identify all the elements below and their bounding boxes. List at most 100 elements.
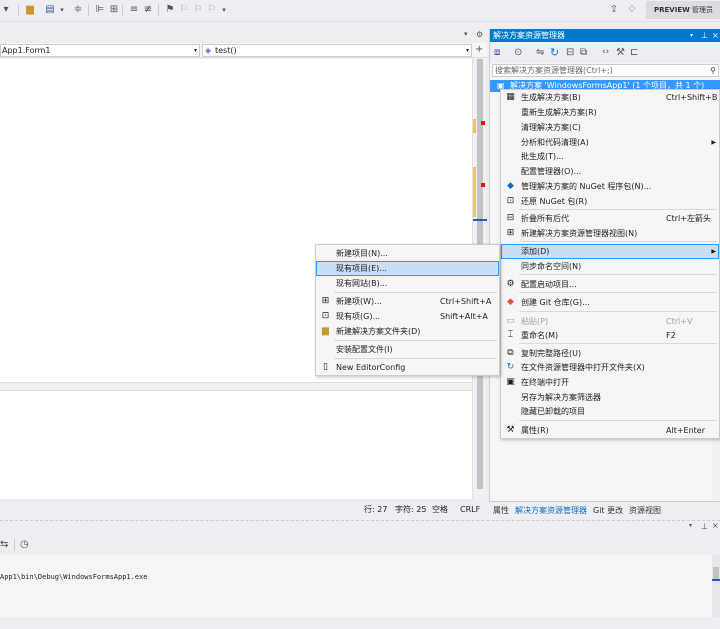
menu-item[interactable]: 新建项目(N)... bbox=[316, 246, 499, 261]
scrollbar-thumb[interactable] bbox=[713, 567, 719, 579]
close-icon[interactable]: × bbox=[712, 29, 719, 42]
menu-item[interactable]: 清理解决方案(C) bbox=[501, 120, 719, 135]
menu-separator bbox=[519, 343, 717, 344]
menu-item[interactable]: 添加(D) ▶ bbox=[501, 244, 719, 259]
share-icon[interactable]: ⇪ bbox=[608, 4, 620, 16]
menu-item[interactable]: ▭ 粘贴(P) Ctrl+V bbox=[501, 314, 719, 329]
save-dropdown-icon[interactable]: ▾ bbox=[56, 4, 68, 16]
code-view-icon[interactable]: ‹› bbox=[602, 47, 609, 57]
preview-icon[interactable]: ⊏ bbox=[630, 47, 638, 58]
tab-list-dropdown-icon[interactable]: ▾ bbox=[464, 30, 468, 38]
clock-icon[interactable]: ◷ bbox=[20, 539, 29, 550]
menu-item[interactable]: ▯ New EditorConfig bbox=[316, 360, 499, 375]
menu-item[interactable]: ⚙ 配置启动项目... bbox=[501, 277, 719, 292]
tab-git-changes[interactable]: Git 更改 bbox=[593, 504, 623, 518]
word-wrap-icon[interactable]: ⇆ bbox=[0, 539, 8, 550]
menu-item[interactable]: ◆ 管理解决方案的 NuGet 程序包(N)... bbox=[501, 179, 719, 194]
breakpoint-icon[interactable]: ⊫ bbox=[94, 4, 106, 16]
menu-item[interactable]: ⊡ 现有项(G)... Shift+Alt+A bbox=[316, 309, 499, 324]
tab-solution-explorer[interactable]: 解决方案资源管理器 bbox=[515, 504, 587, 518]
menu-item[interactable]: 隐藏已卸载的项目 bbox=[501, 404, 719, 419]
editor-tab-strip: ▾ ⚙ bbox=[0, 30, 487, 42]
menu-item[interactable]: ⊡ 还原 NuGet 包(R) bbox=[501, 194, 719, 209]
compare-icon[interactable]: ≑ bbox=[72, 4, 84, 16]
menu-separator bbox=[519, 420, 717, 421]
feedback-icon[interactable]: ♢ bbox=[626, 4, 638, 16]
show-all-files-icon[interactable]: ⧉ bbox=[580, 47, 587, 58]
menu-separator bbox=[519, 209, 717, 210]
menu-item[interactable]: 批生成(T)... bbox=[501, 149, 719, 164]
menu-item[interactable]: ◆ 创建 Git 仓库(G)... bbox=[501, 295, 719, 310]
menu-item[interactable]: ⧉ 复制完整路径(U) bbox=[501, 346, 719, 361]
menu-item-shortcut: Ctrl+V bbox=[666, 317, 693, 326]
more-dropdown-icon[interactable]: ▾ bbox=[218, 4, 230, 16]
home-icon[interactable]: ⊙ bbox=[514, 47, 522, 58]
format-icon[interactable]: ⊞ bbox=[108, 4, 120, 16]
menu-item[interactable]: ▆ 新建解决方案文件夹(D) bbox=[316, 324, 499, 339]
menu-item[interactable]: 重新生成解决方案(R) bbox=[501, 105, 719, 120]
menu-item[interactable]: ⊟ 折叠所有后代 Ctrl+左箭头 bbox=[501, 211, 719, 226]
menu-item[interactable]: 分析和代码清理(A) ▶ bbox=[501, 135, 719, 150]
tab-properties[interactable]: 属性 bbox=[493, 504, 509, 518]
whitespace-mode[interactable]: 空格 bbox=[432, 503, 448, 517]
save-icon[interactable]: ▤ bbox=[44, 4, 56, 16]
refresh-icon[interactable]: ↻ bbox=[550, 46, 559, 59]
menu-item[interactable]: ⊞ 新建解决方案资源管理器视图(N) bbox=[501, 226, 719, 241]
clear-bookmarks-icon[interactable]: ⚐ bbox=[206, 4, 218, 16]
chevron-down-icon[interactable]: ▾ bbox=[689, 522, 692, 529]
refresh-icon: ↻ bbox=[506, 362, 515, 372]
switch-views-icon[interactable]: ⧈ bbox=[494, 47, 500, 58]
menu-item[interactable]: 配置管理器(O)... bbox=[501, 164, 719, 179]
editor-status-bar: 行: 27 字符: 25 空格 CRLF bbox=[0, 503, 487, 517]
solution-explorer-search[interactable]: 搜索解决方案资源管理器(Ctrl+;) ⚲ bbox=[492, 64, 719, 77]
close-icon[interactable]: × bbox=[712, 521, 719, 530]
next-bookmark-icon[interactable]: ⚐ bbox=[192, 4, 204, 16]
menu-item[interactable]: ↻ 在文件资源管理器中打开文件夹(X) bbox=[501, 360, 719, 375]
pin-icon[interactable]: ⊥ bbox=[701, 522, 708, 531]
menu-separator bbox=[519, 292, 717, 293]
class-dropdown[interactable]: App1.Form1 ▾ bbox=[0, 44, 200, 57]
comment-icon[interactable]: ≡ bbox=[128, 4, 140, 16]
folder-icon[interactable]: ▆ bbox=[24, 4, 36, 16]
chevron-down-icon[interactable]: ▾ bbox=[690, 29, 693, 42]
collapse-all-icon[interactable]: ⊟ bbox=[566, 47, 574, 58]
line-ending[interactable]: CRLF bbox=[460, 503, 480, 517]
split-add-icon[interactable]: + bbox=[475, 44, 483, 55]
menu-item[interactable]: ⊞ 新建项(W)... Ctrl+Shift+A bbox=[316, 294, 499, 309]
menu-item[interactable]: ⚒ 属性(R) Alt+Enter bbox=[501, 423, 719, 438]
line-number: 行: 27 bbox=[364, 505, 388, 514]
wrench-icon[interactable]: ⚒ bbox=[616, 47, 625, 58]
menu-item-label: 折叠所有后代 bbox=[521, 214, 569, 223]
search-input[interactable]: 搜索解决方案资源管理器(Ctrl+;) bbox=[495, 65, 613, 76]
uncomment-icon[interactable]: ≢ bbox=[142, 4, 154, 16]
menu-item[interactable]: ▣ 在终端中打开 bbox=[501, 375, 719, 390]
menu-item[interactable]: ⌶ 重命名(M) F2 bbox=[501, 328, 719, 343]
menu-item-label: 在文件资源管理器中打开文件夹(X) bbox=[521, 363, 645, 372]
menu-item[interactable]: ▦ 生成解决方案(B) Ctrl+Shift+B bbox=[501, 90, 719, 105]
dropdown-arrow-icon[interactable]: ▾ bbox=[0, 4, 12, 16]
output-scrollbar[interactable] bbox=[712, 555, 720, 617]
menu-item[interactable]: 现有网站(B)... bbox=[316, 276, 499, 291]
settings-gear-icon[interactable]: ⚙ bbox=[476, 30, 483, 39]
rename-icon: ⌶ bbox=[507, 330, 514, 340]
output-text-area[interactable]: App1\bin\Debug\WindowsFormsApp1.exe bbox=[0, 555, 712, 617]
editor-horizontal-scrollbar[interactable] bbox=[0, 382, 472, 390]
terminal-icon: ▣ bbox=[506, 377, 515, 387]
bookmark-icon[interactable]: ⚑ bbox=[164, 4, 176, 16]
menu-item-label: 现有网站(B)... bbox=[336, 279, 388, 288]
menu-item[interactable]: 现有项目(E)... bbox=[316, 261, 499, 276]
solution-explorer-titlebar[interactable]: 解决方案资源管理器 ▾ ⊥ × bbox=[490, 29, 720, 42]
method-dropdown[interactable]: ◈ test() ▾ bbox=[202, 44, 472, 57]
editor-lower-pane[interactable] bbox=[0, 390, 472, 499]
tab-resource-view[interactable]: 资源视图 bbox=[629, 504, 661, 518]
menu-item[interactable]: 安装配置文件(I) bbox=[316, 342, 499, 357]
change-marker bbox=[473, 167, 476, 217]
menu-item[interactable]: 另存为解决方案筛选器 bbox=[501, 390, 719, 405]
menu-item-label: 复制完整路径(U) bbox=[521, 349, 582, 358]
pin-icon[interactable]: ⊥ bbox=[701, 29, 708, 42]
search-icon[interactable]: ⚲ bbox=[710, 65, 716, 76]
prev-bookmark-icon[interactable]: ⚐ bbox=[178, 4, 190, 16]
sync-icon[interactable]: ⇋ bbox=[536, 47, 544, 58]
menu-item[interactable]: 同步命名空间(N) bbox=[501, 259, 719, 274]
submenu-arrow-icon: ▶ bbox=[711, 139, 716, 146]
